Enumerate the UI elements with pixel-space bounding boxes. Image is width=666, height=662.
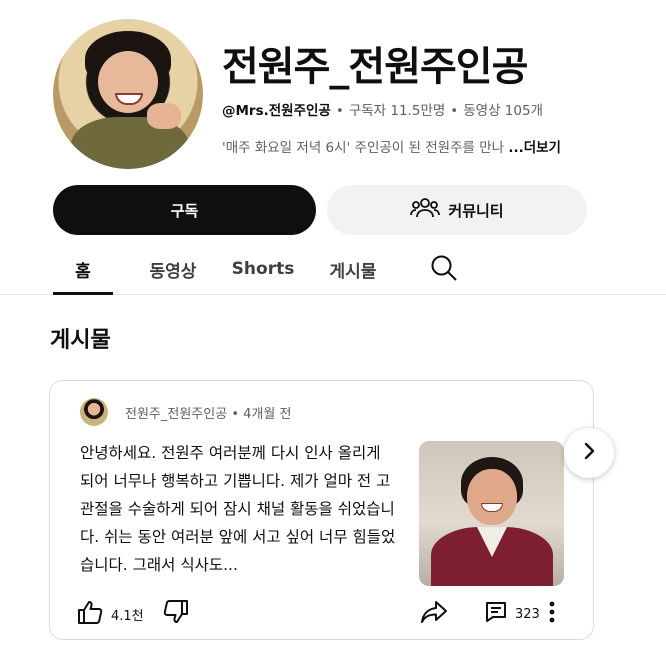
subscribe-button[interactable]: 구독 [53,185,316,235]
post-text[interactable]: 안녕하세요. 전원주 여러분께 다시 인사 올리게 되어 너무나 행복하고 기쁩… [80,439,398,579]
tab-posts[interactable]: 게시물 [320,244,386,294]
post-time[interactable]: 4개월 전 [243,407,291,422]
post-author-avatar[interactable] [80,398,108,426]
search-icon[interactable] [428,252,460,284]
community-button[interactable]: 커뮤니티 [327,185,587,235]
more-link[interactable]: ...더보기 [508,140,561,156]
thumb-up-icon [76,598,104,630]
channel-tabs: 홈 동영상 Shorts 게시물 [0,244,666,295]
post-image[interactable] [419,441,564,586]
tab-shorts[interactable]: Shorts [228,244,298,294]
share-button[interactable] [419,598,449,630]
subscriber-count: 구독자 11.5만명 [348,103,446,119]
tab-home[interactable]: 홈 [53,244,113,295]
post-actions: 4.1천 323 [76,596,576,630]
more-vert-icon[interactable] [546,599,558,625]
channel-title: 전원주_전원주인공 [222,44,528,90]
post-author-line: 전원주_전원주인공 • 4개월 전 [125,407,292,422]
comment-button[interactable]: 323 [484,600,540,628]
comment-count: 323 [515,606,540,622]
people-icon [410,196,441,224]
tab-videos[interactable]: 동영상 [140,244,206,294]
post-card[interactable]: 전원주_전원주인공 • 4개월 전 안녕하세요. 전원주 여러분께 다시 인사 … [49,380,594,640]
comment-icon [484,600,508,628]
like-count: 4.1천 [111,608,144,624]
channel-description[interactable]: '매주 화요일 저녁 6시' 주인공이 된 전원주를 만나 ...더보기 [222,136,594,156]
post-author[interactable]: 전원주_전원주인공 [125,407,227,422]
channel-meta: @Mrs.전원주인공 • 구독자 11.5만명 • 동영상 105개 [222,103,543,119]
channel-handle: @Mrs.전원주인공 [222,103,331,119]
thumb-down-icon [162,598,190,630]
channel-avatar[interactable] [53,19,203,169]
dislike-button[interactable] [162,598,190,630]
share-icon [419,598,449,630]
channel-description-text: '매주 화요일 저녁 6시' 주인공이 된 전원주를 만나 [222,140,505,156]
chevron-right-icon [580,440,598,466]
section-title: 게시물 [50,328,111,353]
video-count: 동영상 105개 [463,103,543,119]
like-button[interactable]: 4.1천 [76,598,144,630]
next-post-button[interactable] [564,428,614,478]
community-label: 커뮤니티 [448,201,504,220]
